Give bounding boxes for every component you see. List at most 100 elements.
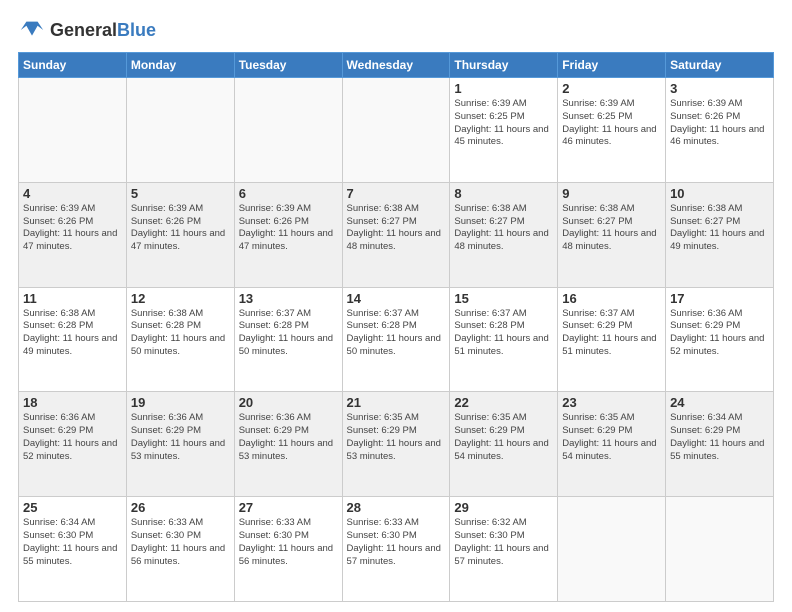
day-number: 25 [23, 500, 122, 515]
day-number: 17 [670, 291, 769, 306]
calendar-cell: 14Sunrise: 6:37 AM Sunset: 6:28 PM Dayli… [342, 287, 450, 392]
day-info: Sunrise: 6:35 AM Sunset: 6:29 PM Dayligh… [454, 412, 553, 463]
day-info: Sunrise: 6:32 AM Sunset: 6:30 PM Dayligh… [454, 517, 553, 568]
calendar-cell: 25 Sunrise: 6:34 AM Sunset: 6:30 PM Dayli… [19, 497, 127, 602]
day-number: 10 [670, 186, 769, 201]
calendar-header-row: SundayMondayTuesdayWednesdayThursdayFrid… [19, 53, 774, 78]
calendar-cell: 12 Sunrise: 6:38 AM Sunset: 6:28 PM Dayli… [126, 287, 234, 392]
day-number: 8 [454, 186, 553, 201]
calendar-cell: 13 Sunrise: 6:37 AM Sunset: 6:28 PM Dayli… [234, 287, 342, 392]
day-number: 3 [670, 81, 769, 96]
calendar-cell: 27 Sunrise: 6:33 AM Sunset: 6:30 PM Dayli… [234, 497, 342, 602]
day-of-week-header: Tuesday [234, 53, 342, 78]
day-number: 7 [347, 186, 446, 201]
day-info: Sunrise: 6:39 AM Sunset: 6:26 PM Dayligh… [131, 203, 230, 254]
day-number: 29 [454, 500, 553, 515]
day-number: 15 [454, 291, 553, 306]
day-number: 26 [131, 500, 230, 515]
day-number: 23 [562, 395, 661, 410]
day-info: Sunrise: 6:38 AM Sunset: 6:27 PM Dayligh… [670, 203, 769, 254]
logo: GeneralBlue [18, 16, 156, 44]
calendar-cell: 7 Sunrise: 6:38 AM Sunset: 6:27 PM Daylig… [342, 182, 450, 287]
day-number: 2 [562, 81, 661, 96]
header: GeneralBlue [18, 16, 774, 44]
logo-blue-text: Blue [117, 20, 156, 40]
day-info: Sunrise: 6:37 AM Sunset: 6:28 PM Dayligh… [239, 308, 338, 359]
calendar-cell: 6Sunrise: 6:39 AM Sunset: 6:26 PM Daylig… [234, 182, 342, 287]
calendar-cell: 18 Sunrise: 6:36 AM Sunset: 6:29 PM Dayli… [19, 392, 127, 497]
logo-general-text: General [50, 20, 117, 40]
day-number: 28 [347, 500, 446, 515]
calendar-cell [234, 78, 342, 183]
day-info: Sunrise: 6:36 AM Sunset: 6:29 PM Dayligh… [23, 412, 122, 463]
day-number: 21 [347, 395, 446, 410]
day-info: Sunrise: 6:37 AM Sunset: 6:28 PM Dayligh… [454, 308, 553, 359]
day-number: 19 [131, 395, 230, 410]
day-number: 18 [23, 395, 122, 410]
calendar-cell: 19 Sunrise: 6:36 AM Sunset: 6:29 PM Dayli… [126, 392, 234, 497]
day-of-week-header: Thursday [450, 53, 558, 78]
day-info: Sunrise: 6:36 AM Sunset: 6:29 PM Dayligh… [670, 308, 769, 359]
day-info: Sunrise: 6:33 AM Sunset: 6:30 PM Dayligh… [347, 517, 446, 568]
calendar-cell: 9 Sunrise: 6:38 AM Sunset: 6:27 PM Daylig… [558, 182, 666, 287]
calendar-cell [19, 78, 127, 183]
calendar-cell: 23 Sunrise: 6:35 AM Sunset: 6:29 PM Dayli… [558, 392, 666, 497]
day-number: 5 [131, 186, 230, 201]
day-info: Sunrise: 6:36 AM Sunset: 6:29 PM Dayligh… [131, 412, 230, 463]
day-of-week-header: Wednesday [342, 53, 450, 78]
generalblue-logo-icon [18, 16, 46, 44]
day-number: 24 [670, 395, 769, 410]
calendar-cell: 21Sunrise: 6:35 AM Sunset: 6:29 PM Dayli… [342, 392, 450, 497]
calendar-week-row: 18 Sunrise: 6:36 AM Sunset: 6:29 PM Dayli… [19, 392, 774, 497]
calendar-week-row: 4 Sunrise: 6:39 AM Sunset: 6:26 PM Daylig… [19, 182, 774, 287]
day-number: 11 [23, 291, 122, 306]
calendar-week-row: 1Sunrise: 6:39 AM Sunset: 6:25 PM Daylig… [19, 78, 774, 183]
calendar-cell: 17 Sunrise: 6:36 AM Sunset: 6:29 PM Dayli… [666, 287, 774, 392]
day-of-week-header: Monday [126, 53, 234, 78]
calendar-cell: 15 Sunrise: 6:37 AM Sunset: 6:28 PM Dayli… [450, 287, 558, 392]
day-info: Sunrise: 6:38 AM Sunset: 6:27 PM Dayligh… [562, 203, 661, 254]
day-info: Sunrise: 6:35 AM Sunset: 6:29 PM Dayligh… [562, 412, 661, 463]
calendar-cell: 2 Sunrise: 6:39 AM Sunset: 6:25 PM Daylig… [558, 78, 666, 183]
calendar-cell: 20Sunrise: 6:36 AM Sunset: 6:29 PM Dayli… [234, 392, 342, 497]
calendar-cell: 11Sunrise: 6:38 AM Sunset: 6:28 PM Dayli… [19, 287, 127, 392]
day-info: Sunrise: 6:39 AM Sunset: 6:26 PM Dayligh… [670, 98, 769, 149]
day-info: Sunrise: 6:34 AM Sunset: 6:29 PM Dayligh… [670, 412, 769, 463]
day-info: Sunrise: 6:33 AM Sunset: 6:30 PM Dayligh… [131, 517, 230, 568]
calendar-cell [342, 78, 450, 183]
day-info: Sunrise: 6:38 AM Sunset: 6:27 PM Dayligh… [347, 203, 446, 254]
calendar-cell [126, 78, 234, 183]
day-info: Sunrise: 6:39 AM Sunset: 6:26 PM Dayligh… [23, 203, 122, 254]
page: GeneralBlue SundayMondayTuesdayWednesday… [0, 0, 792, 612]
calendar-cell: 8Sunrise: 6:38 AM Sunset: 6:27 PM Daylig… [450, 182, 558, 287]
calendar-table: SundayMondayTuesdayWednesdayThursdayFrid… [18, 52, 774, 602]
calendar-cell: 3 Sunrise: 6:39 AM Sunset: 6:26 PM Daylig… [666, 78, 774, 183]
day-number: 12 [131, 291, 230, 306]
day-info: Sunrise: 6:37 AM Sunset: 6:29 PM Dayligh… [562, 308, 661, 359]
day-number: 4 [23, 186, 122, 201]
calendar-cell: 22 Sunrise: 6:35 AM Sunset: 6:29 PM Dayli… [450, 392, 558, 497]
day-of-week-header: Saturday [666, 53, 774, 78]
calendar-cell: 16 Sunrise: 6:37 AM Sunset: 6:29 PM Dayli… [558, 287, 666, 392]
day-number: 27 [239, 500, 338, 515]
day-of-week-header: Friday [558, 53, 666, 78]
calendar-cell: 4 Sunrise: 6:39 AM Sunset: 6:26 PM Daylig… [19, 182, 127, 287]
day-number: 14 [347, 291, 446, 306]
calendar-cell: 29 Sunrise: 6:32 AM Sunset: 6:30 PM Dayli… [450, 497, 558, 602]
calendar-cell [666, 497, 774, 602]
calendar-cell: 26 Sunrise: 6:33 AM Sunset: 6:30 PM Dayli… [126, 497, 234, 602]
calendar-cell [558, 497, 666, 602]
day-number: 9 [562, 186, 661, 201]
day-number: 16 [562, 291, 661, 306]
day-info: Sunrise: 6:38 AM Sunset: 6:28 PM Dayligh… [131, 308, 230, 359]
day-info: Sunrise: 6:34 AM Sunset: 6:30 PM Dayligh… [23, 517, 122, 568]
day-info: Sunrise: 6:39 AM Sunset: 6:25 PM Dayligh… [454, 98, 553, 149]
day-info: Sunrise: 6:33 AM Sunset: 6:30 PM Dayligh… [239, 517, 338, 568]
calendar-cell: 10 Sunrise: 6:38 AM Sunset: 6:27 PM Dayli… [666, 182, 774, 287]
day-number: 22 [454, 395, 553, 410]
day-info: Sunrise: 6:36 AM Sunset: 6:29 PM Dayligh… [239, 412, 338, 463]
calendar-week-row: 11 Sunrise: 6:38 AM Sunset: 6:28 PM Dayli… [19, 287, 774, 392]
day-info: Sunrise: 6:39 AM Sunset: 6:25 PM Dayligh… [562, 98, 661, 149]
day-number: 13 [239, 291, 338, 306]
calendar-cell: 1Sunrise: 6:39 AM Sunset: 6:25 PM Daylig… [450, 78, 558, 183]
